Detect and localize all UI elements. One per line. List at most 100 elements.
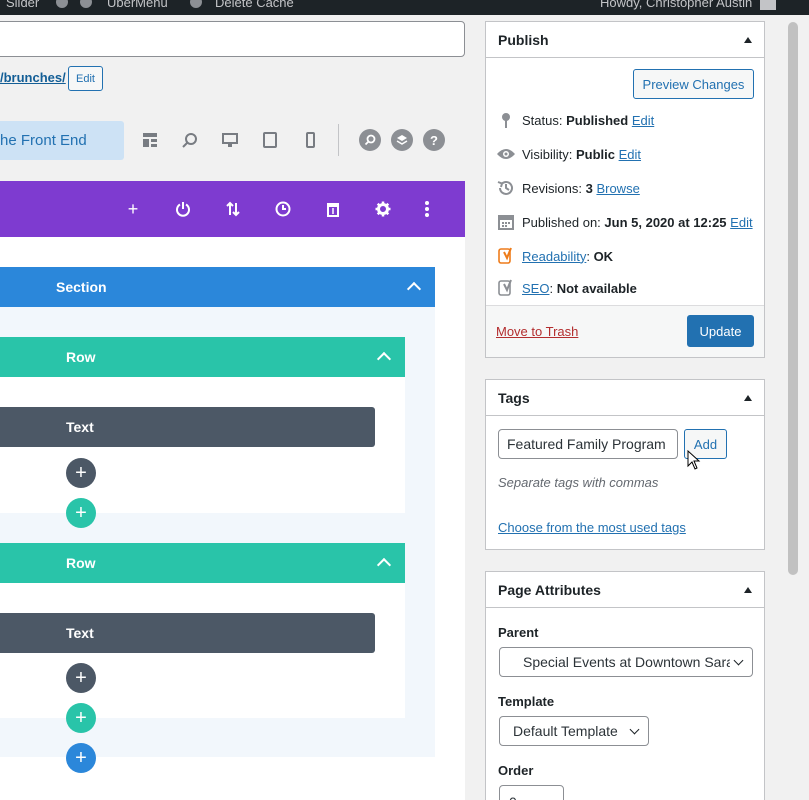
publish-box: Publish Preview Changes Status: Publishe… [485, 21, 765, 358]
scrollbar-thumb[interactable] [788, 22, 798, 575]
revisions-value: 3 [585, 180, 593, 196]
page-attributes-title: Page Attributes [498, 581, 601, 598]
row-label: Row [66, 349, 96, 365]
sort-icon[interactable] [222, 198, 244, 220]
toolbar-divider [338, 124, 339, 156]
add-row-icon[interactable]: + [66, 703, 96, 733]
status-label: Status: [522, 112, 563, 128]
choose-most-used-tags-link[interactable]: Choose from the most used tags [498, 520, 686, 535]
revisions-label: Revisions: [522, 180, 582, 196]
desktop-icon[interactable] [220, 130, 240, 150]
parent-label: Parent [498, 625, 539, 640]
eye-icon [496, 144, 516, 164]
visibility-row: Visibility: Public Edit [496, 144, 641, 164]
phone-icon[interactable] [300, 130, 320, 150]
admin-bar-icon [56, 0, 68, 8]
admin-bar-delete-cache[interactable]: Delete Cache [215, 0, 294, 10]
layout-icon[interactable] [140, 130, 160, 150]
chevron-up-icon[interactable] [406, 281, 422, 297]
admin-bar-icon [80, 0, 92, 8]
collapse-arrow-icon[interactable] [744, 394, 752, 401]
permalink-edit-button[interactable]: Edit [68, 66, 103, 91]
template-select-value: Default Template [513, 723, 618, 739]
tag-input[interactable]: Featured Family Program [498, 429, 678, 459]
status-row: Status: Published Edit [496, 110, 654, 130]
yoast-readability-icon [496, 246, 516, 266]
cache-icon [190, 0, 202, 8]
avatar[interactable] [760, 0, 776, 10]
yoast-seo-icon [496, 278, 516, 298]
status-edit-link[interactable]: Edit [632, 113, 654, 128]
visibility-value: Public [575, 146, 615, 162]
published-label: Published on: [522, 214, 601, 230]
published-edit-link[interactable]: Edit [730, 215, 752, 230]
published-value: Jun 5, 2020 at 12:25 [604, 214, 727, 230]
published-on-row: Published on: Jun 5, 2020 at 12:25 Edit [496, 212, 753, 232]
add-module-icon[interactable]: + [66, 663, 96, 693]
section-label: Section [56, 279, 107, 295]
module-header[interactable]: Text [0, 613, 375, 653]
section-header[interactable]: Section [0, 267, 435, 307]
module-header[interactable]: Text [0, 407, 375, 447]
add-section-icon[interactable]: + [66, 743, 96, 773]
permalink-slug[interactable]: /brunches/ [0, 70, 66, 85]
module-label: Text [66, 625, 94, 641]
layers-icon[interactable] [391, 129, 413, 151]
build-front-end-button[interactable]: he Front End [0, 121, 124, 160]
readability-value: OK [593, 248, 614, 264]
parent-select[interactable]: Special Events at Downtown Sara [499, 647, 753, 677]
page-attributes-box: Page Attributes Parent Special Events at… [485, 571, 765, 800]
preview-changes-button[interactable]: Preview Changes [633, 69, 754, 99]
tags-box-header[interactable]: Tags [486, 380, 764, 416]
add-row-icon[interactable]: + [66, 498, 96, 528]
row-label: Row [66, 555, 96, 571]
tags-title: Tags [498, 389, 530, 406]
more-vertical-icon[interactable] [416, 198, 438, 220]
collapse-arrow-icon[interactable] [744, 36, 752, 43]
admin-bar-slider[interactable]: Slider [6, 0, 39, 10]
tablet-icon[interactable] [260, 130, 280, 150]
zoom-icon[interactable] [180, 130, 200, 150]
parent-select-value: Special Events at Downtown Sara [523, 654, 730, 670]
revisions-browse-link[interactable]: Browse [596, 181, 639, 196]
visibility-edit-link[interactable]: Edit [619, 147, 641, 162]
order-input[interactable]: 0 [499, 785, 564, 800]
admin-bar: Slider UberMenu Delete Cache Howdy, Chri… [0, 0, 809, 15]
post-title-input[interactable] [0, 21, 465, 57]
gear-icon[interactable] [372, 198, 394, 220]
template-label: Template [498, 694, 555, 709]
collapse-arrow-icon[interactable] [744, 586, 752, 593]
update-button[interactable]: Update [687, 315, 754, 347]
page-attributes-header[interactable]: Page Attributes [486, 572, 764, 608]
seo-link[interactable]: SEO [522, 281, 549, 296]
chevron-down-icon [733, 655, 744, 666]
pin-icon [496, 110, 516, 130]
module-label: Text [66, 419, 94, 435]
add-module-icon[interactable]: + [66, 458, 96, 488]
tags-hint: Separate tags with commas [498, 475, 659, 490]
chevron-up-icon[interactable] [376, 351, 392, 367]
revisions-row: Revisions: 3 Browse [496, 178, 640, 198]
seo-value: Not available [556, 280, 637, 296]
power-icon[interactable] [172, 198, 194, 220]
readability-link[interactable]: Readability [522, 249, 586, 264]
chevron-up-icon[interactable] [376, 557, 392, 573]
move-to-trash-link[interactable]: Move to Trash [496, 324, 578, 339]
admin-bar-ubermenu[interactable]: UberMenu [107, 0, 168, 10]
chevron-down-icon [629, 724, 640, 735]
status-value: Published [566, 112, 629, 128]
admin-bar-howdy[interactable]: Howdy, Christopher Austin [600, 0, 752, 10]
row-header[interactable]: Row [0, 337, 405, 377]
readability-row: Readability: OK [496, 246, 613, 266]
row-header[interactable]: Row [0, 543, 405, 583]
add-icon[interactable]: + [122, 198, 144, 220]
history-icon[interactable] [272, 198, 294, 220]
tags-box: Tags Featured Family Program Add Separat… [485, 379, 765, 550]
publish-box-header[interactable]: Publish [486, 22, 764, 58]
trash-icon[interactable] [322, 198, 344, 220]
search-icon[interactable] [359, 129, 381, 151]
revisions-icon [496, 178, 516, 198]
publish-title: Publish [498, 31, 549, 48]
template-select[interactable]: Default Template [499, 716, 649, 746]
help-icon[interactable]: ? [423, 129, 445, 151]
